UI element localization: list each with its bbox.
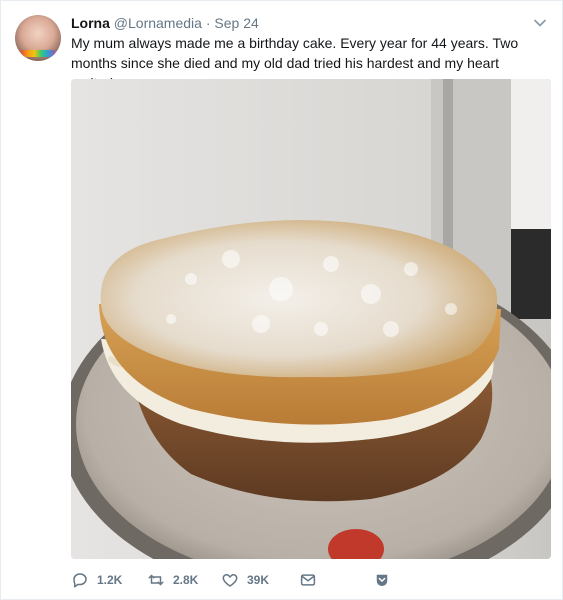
reply-action[interactable]: 1.2K	[71, 569, 122, 591]
like-action[interactable]: 39K	[221, 569, 269, 591]
chevron-down-icon[interactable]	[532, 15, 548, 31]
tweet-actions: 1.2K 2.8K 39K	[71, 569, 551, 591]
author-name[interactable]: Lorna	[71, 15, 110, 31]
cake-photo-illustration	[71, 79, 551, 559]
retweet-action[interactable]: 2.8K	[147, 569, 198, 591]
avatar[interactable]	[15, 15, 61, 61]
like-count: 39K	[247, 573, 270, 587]
save-icon	[376, 574, 388, 586]
author-handle[interactable]: @Lornamedia	[114, 15, 202, 31]
message-icon	[300, 574, 316, 586]
tweet-photo[interactable]	[71, 79, 551, 559]
tweet-card[interactable]: Lorna @Lornamedia · Sep 24 My mum always…	[0, 0, 563, 600]
reply-count: 1.2K	[97, 573, 123, 587]
retweet-icon	[148, 574, 164, 586]
tweet-header: Lorna @Lornamedia · Sep 24	[71, 13, 548, 33]
separator-dot: ·	[205, 15, 211, 31]
save-action[interactable]	[373, 569, 399, 591]
avatar-band	[21, 50, 55, 57]
reply-icon	[73, 573, 87, 588]
message-action[interactable]	[299, 569, 325, 591]
retweet-count: 2.8K	[173, 573, 199, 587]
tweet-date[interactable]: Sep 24	[214, 15, 258, 31]
like-icon	[222, 574, 238, 587]
